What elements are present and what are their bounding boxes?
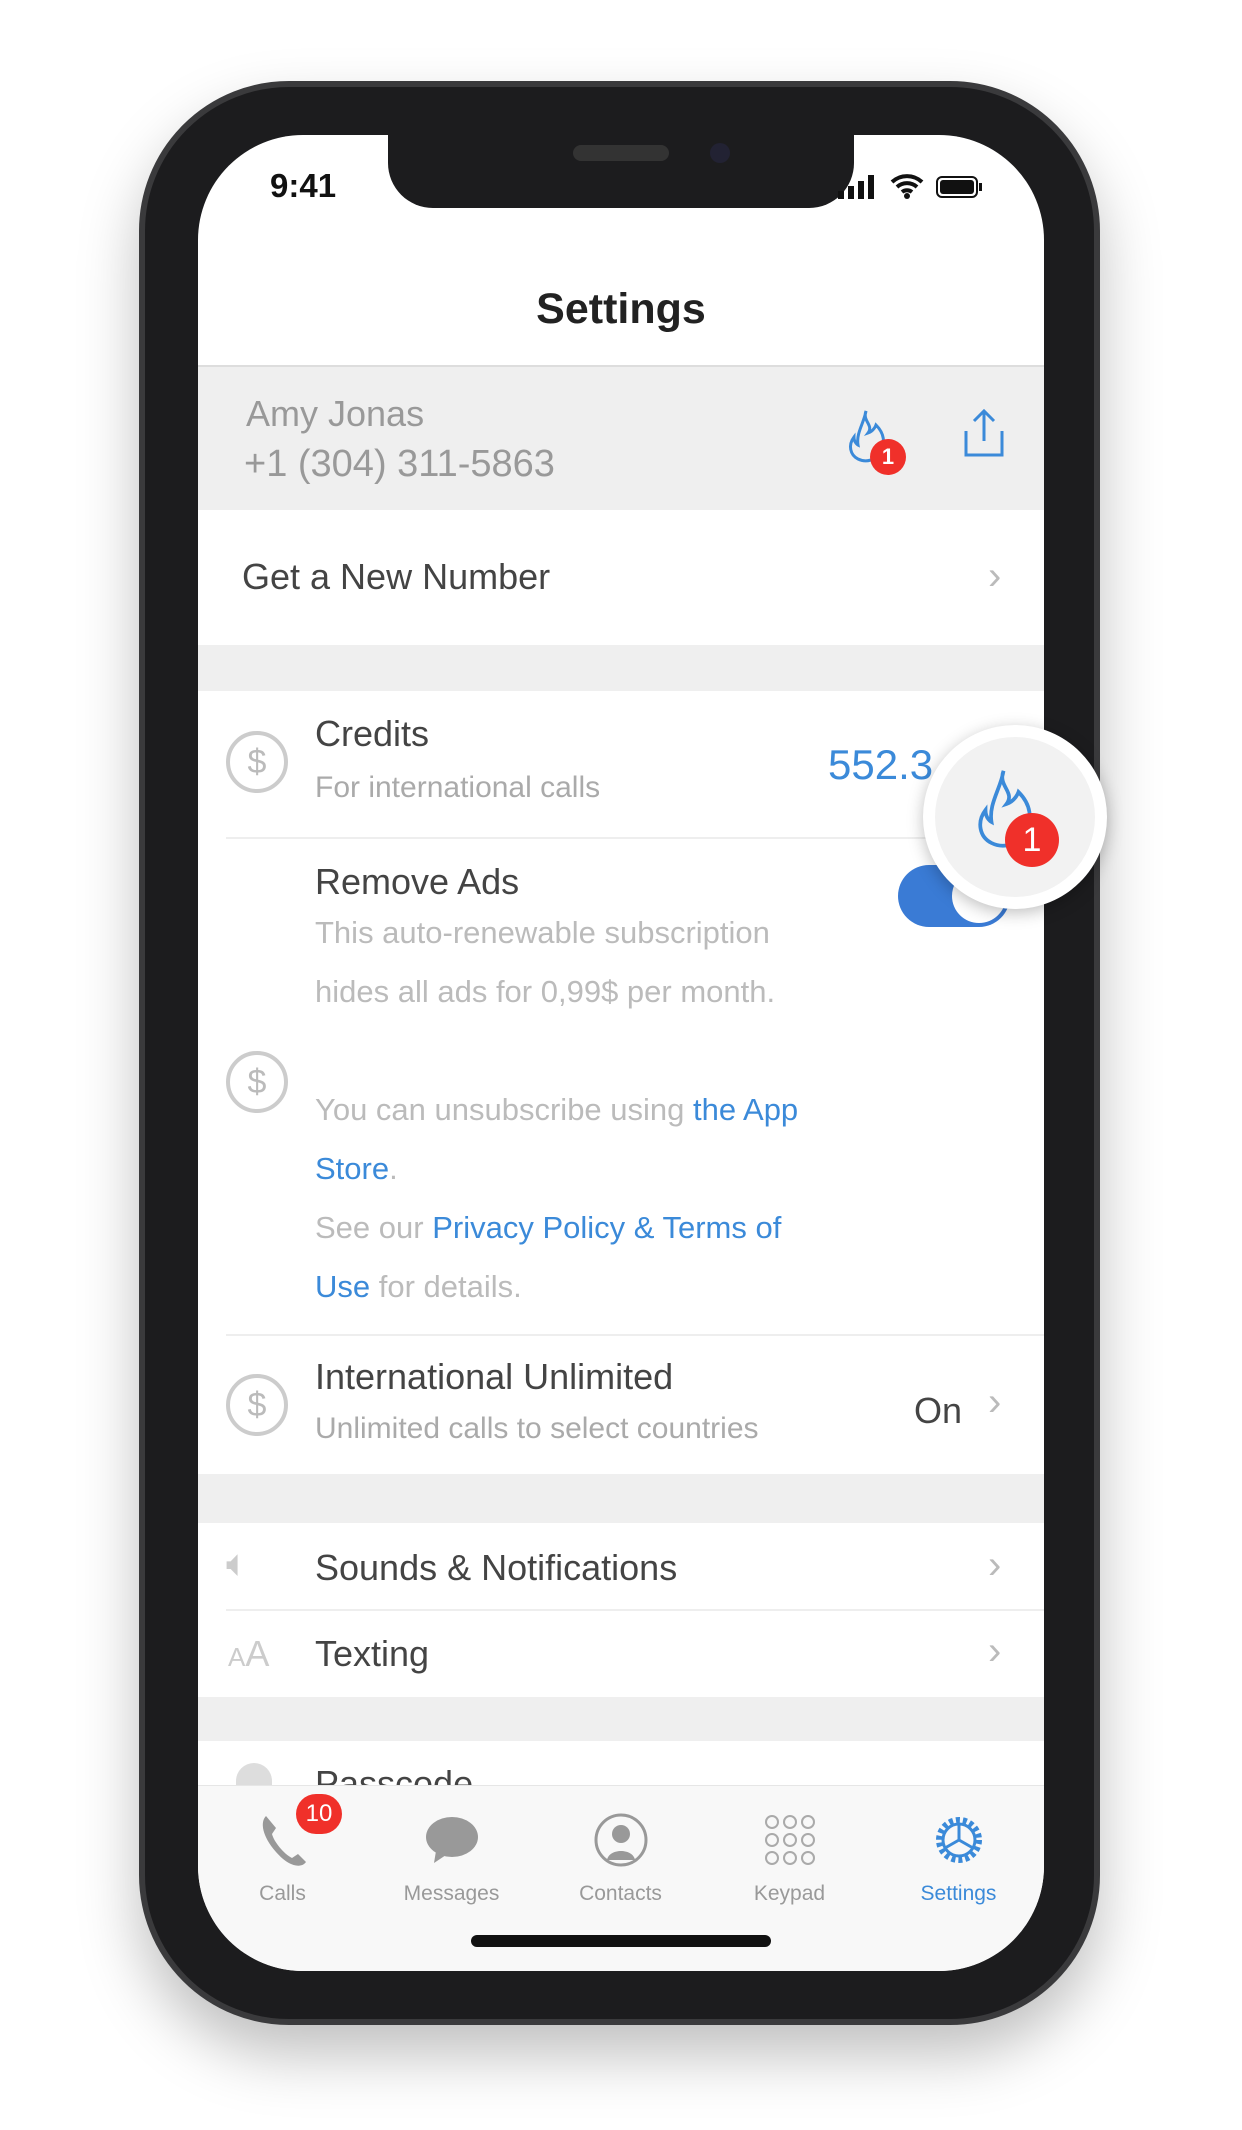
text-size-icon: AA (228, 1633, 270, 1674)
credits-value: 552.3 (828, 741, 934, 788)
phone-screen: 9:41 Settings Amy Jonas +1 (304) 311-586… (198, 135, 1044, 1971)
share-icon[interactable] (960, 407, 1008, 459)
section-gap (198, 1474, 1044, 1523)
message-bubble-icon (367, 1804, 536, 1876)
chevron-right-icon: › (988, 1380, 1002, 1424)
dollar-icon: $ (226, 1374, 288, 1436)
signal-icon (838, 175, 874, 199)
profile-phone: +1 (304) 311-5863 (244, 443, 555, 485)
privacy-terms-link[interactable]: Privacy Policy & Terms of (432, 1210, 781, 1245)
status-icons (838, 173, 984, 199)
fire-badge: 1 (870, 439, 906, 475)
calls-badge: 10 (296, 1794, 342, 1834)
profile-header: Amy Jonas +1 (304) 311-5863 1 (198, 365, 1044, 510)
profile-name: Amy Jonas (246, 393, 425, 434)
tab-label: Calls (259, 1882, 306, 1905)
get-new-number-row[interactable]: Get a New Number › (198, 510, 1044, 645)
section-gap (198, 645, 1044, 691)
dollar-icon: $ (226, 1051, 288, 1113)
credits-row[interactable]: $ Credits For international calls 552.3 (198, 691, 1044, 837)
remove-ads-description: This auto-renewable subscription hides a… (315, 903, 915, 1316)
texting-row[interactable]: AA Texting › (198, 1611, 1044, 1697)
credits-subtitle: For international calls (315, 771, 601, 804)
tab-label: Settings (920, 1882, 997, 1905)
desc-line: hides all ads for 0,99$ per month. (315, 974, 776, 1009)
desc-text: You can unsubscribe using (315, 1092, 694, 1127)
desc-text: . (389, 1151, 398, 1186)
speaker (573, 145, 669, 161)
sounds-notifications-row[interactable]: 🔈︎ Sounds & Notifications › (198, 1523, 1044, 1609)
tab-keypad[interactable]: Keypad (705, 1786, 874, 1906)
tab-contacts[interactable]: Contacts (536, 1786, 705, 1906)
chevron-right-icon: › (988, 1543, 1002, 1587)
home-indicator (471, 1935, 771, 1947)
tab-label: Keypad (753, 1882, 826, 1905)
remove-ads-label: Remove Ads (315, 861, 520, 902)
notch (388, 135, 854, 208)
tab-messages[interactable]: Messages (367, 1786, 536, 1906)
international-unlimited-row[interactable]: $ International Unlimited Unlimited call… (198, 1336, 1044, 1474)
sounds-label: Sounds & Notifications (315, 1547, 678, 1588)
chevron-right-icon: › (988, 1629, 1002, 1673)
contact-icon (536, 1804, 705, 1876)
camera (710, 143, 730, 163)
fire-button[interactable]: 1 (846, 407, 906, 477)
get-new-number-label: Get a New Number (242, 556, 551, 597)
floating-fire-button[interactable]: 1 (923, 725, 1107, 909)
keypad-icon (705, 1804, 874, 1876)
chevron-right-icon: › (988, 554, 1002, 598)
desc-text: See our (315, 1210, 433, 1245)
status-time: 9:41 (270, 167, 337, 204)
remove-ads-row: Remove Ads This auto-renewable subscript… (198, 839, 1044, 1334)
credits-label: Credits (315, 713, 430, 754)
battery-icon (936, 176, 982, 198)
desc-text: for details. (370, 1269, 522, 1304)
page-title: Settings (536, 285, 706, 333)
section-gap (198, 1697, 1044, 1741)
wifi-icon (890, 174, 924, 199)
desc-line: This auto-renewable subscription (315, 915, 770, 950)
speaker-icon: 🔈︎ (226, 1543, 249, 1585)
intl-subtitle: Unlimited calls to select countries (315, 1412, 759, 1445)
tab-label: Messages (403, 1882, 500, 1905)
intl-value: On (914, 1390, 963, 1431)
gear-icon (874, 1804, 1043, 1876)
tab-calls[interactable]: 10 Calls (198, 1786, 367, 1906)
texting-label: Texting (315, 1633, 430, 1674)
dollar-icon: $ (226, 731, 288, 793)
intl-label: International Unlimited (315, 1356, 674, 1397)
tab-settings[interactable]: Settings (874, 1786, 1043, 1906)
app-store-link[interactable]: the App (693, 1092, 798, 1127)
terms-link-cont[interactable]: Use (315, 1269, 370, 1304)
tab-label: Contacts (579, 1882, 662, 1905)
app-store-link-cont[interactable]: Store (315, 1151, 389, 1186)
floating-fire-badge: 1 (1005, 813, 1059, 867)
